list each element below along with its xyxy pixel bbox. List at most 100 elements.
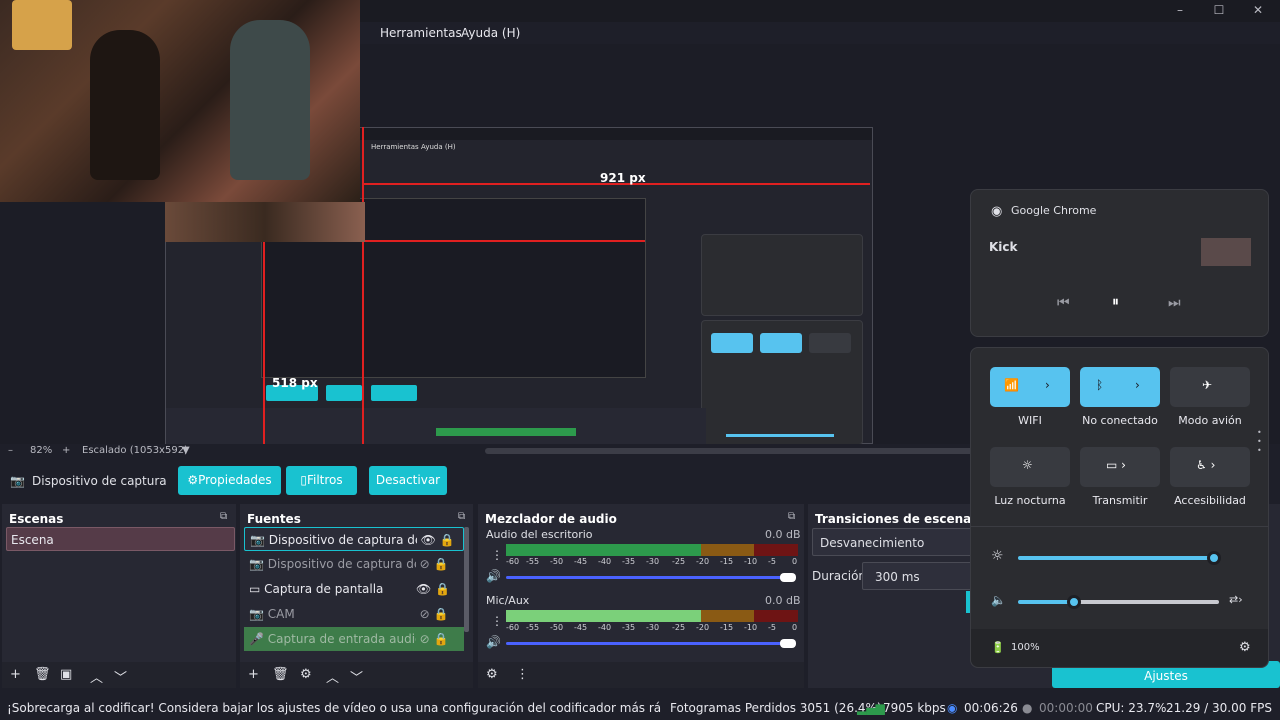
sun-icon: ☼ [1022, 458, 1033, 472]
volume-knob[interactable] [1067, 595, 1081, 609]
scene-item[interactable]: Escena [6, 527, 235, 551]
tick: -60 [506, 557, 520, 566]
channel-db: 0.0 dB [765, 528, 801, 541]
next-icon[interactable]: ⏭ [1168, 295, 1181, 311]
sources-scrollbar[interactable] [464, 527, 469, 632]
dots-icon[interactable]: ⋮ [491, 614, 503, 628]
close-button[interactable]: ✕ [1248, 3, 1268, 19]
volume-knob[interactable] [780, 639, 796, 648]
monitor-icon: ▭ [249, 582, 261, 596]
volume-slider[interactable] [506, 576, 792, 579]
level-meter-peak [754, 610, 798, 622]
airplane-icon: ✈ [1202, 378, 1213, 392]
brightness-knob[interactable] [1207, 551, 1221, 565]
dots-icon[interactable]: ⋮ [516, 667, 529, 682]
source-item[interactable]: 📷 Dispositivo de captura de vide ⊘ 🔒 [244, 552, 464, 576]
airplane-label: Modo avión [1178, 414, 1242, 427]
night-light-toggle[interactable]: ☼ [990, 447, 1070, 487]
webcam-overlay [0, 0, 360, 202]
float-icon[interactable]: ⧉ [458, 511, 465, 522]
volume-track[interactable] [1074, 600, 1219, 604]
add-icon[interactable]: + [248, 667, 259, 682]
lock-icon[interactable]: 🔒 [435, 582, 450, 596]
float-icon[interactable]: ⧉ [788, 511, 795, 522]
brightness-slider[interactable] [1018, 556, 1214, 560]
lock-icon[interactable]: 🔒 [434, 557, 449, 571]
source-label: Captura de pantalla [264, 582, 384, 596]
accessibility-toggle[interactable]: ♿ › [1170, 447, 1250, 487]
chevron-right-icon[interactable]: › [1045, 378, 1050, 392]
nested-menu-help: Ayuda (H) [421, 143, 456, 151]
deactivate-button[interactable]: Desactivar [369, 466, 447, 495]
filters-button[interactable]: ▯Filtros [286, 466, 357, 495]
menu-help[interactable]: Ayuda (H) [461, 26, 520, 40]
trash-icon[interactable]: 🗑 [272, 667, 289, 682]
lock-icon[interactable]: 🔒 [434, 607, 449, 621]
page-dots[interactable]: • • • [1257, 428, 1262, 455]
tick: -10 [744, 623, 758, 632]
chevron-up-icon[interactable]: ︿ [90, 667, 103, 686]
status-bar: ¡Sobrecarga al codificar! Considera baja… [0, 696, 1280, 720]
chevron-down-icon[interactable]: ▼ [182, 445, 190, 456]
scale-label: Escalado (1053x592) [82, 445, 188, 456]
mixer-title: Mezclador de audio [485, 512, 617, 526]
zoom-in-button[interactable]: + [62, 445, 70, 456]
airplane-toggle[interactable]: ✈ [1170, 367, 1250, 407]
media-app: Google Chrome [1011, 204, 1097, 217]
audio-output-icon[interactable]: ⇄› [1229, 593, 1243, 606]
gear-icon[interactable]: ⚙ [1239, 640, 1251, 655]
lock-icon[interactable]: 🔒 [440, 533, 455, 547]
panel-footer: 🔋 100% ⚙ [971, 629, 1268, 667]
eye-icon[interactable]: 👁 [416, 582, 431, 596]
eye-hidden-icon[interactable]: ⊘ [420, 607, 430, 621]
bluetooth-toggle[interactable]: ᛒ › [1080, 367, 1160, 407]
add-icon[interactable]: + [10, 667, 21, 682]
chevron-down-icon[interactable]: ﹀ [350, 667, 363, 686]
lock-icon[interactable]: 🔒 [434, 632, 449, 646]
camera-icon: 📷 [249, 557, 264, 571]
source-item[interactable]: 🎤 Captura de entrada audio ⊘ 🔒 [244, 627, 464, 651]
eye-hidden-icon[interactable]: ⊘ [420, 632, 430, 646]
chevron-up-icon[interactable]: ︿ [326, 667, 339, 686]
transitions-title: Transiciones de escena [815, 512, 972, 526]
sources-title: Fuentes [247, 512, 301, 526]
sources-dock: Fuentes ⧉ 📷 Dispositivo de captura de vi… [240, 504, 473, 688]
signal-icon: ▂▄▆ [857, 701, 885, 715]
speaker-icon[interactable]: 🔊 [486, 635, 501, 649]
cast-toggle[interactable]: ▭ › [1080, 447, 1160, 487]
zoom-out-button[interactable]: – [8, 445, 13, 456]
filters-label: Filtros [306, 473, 343, 487]
mic-icon: 🎤 [249, 632, 264, 646]
filter-icon[interactable]: ▣ [60, 667, 72, 682]
tick: -25 [672, 557, 686, 566]
level-meter-peak [754, 544, 798, 556]
preview-scrollbar[interactable] [485, 448, 985, 454]
person-left [90, 30, 160, 180]
source-item[interactable]: 📷 Dispositivo de captura de vide 👁 🔒 [244, 527, 464, 551]
eye-hidden-icon[interactable]: ⊘ [420, 557, 430, 571]
properties-button[interactable]: ⚙Propiedades [178, 466, 281, 495]
menu-tools[interactable]: Herramientas [380, 26, 462, 40]
source-item[interactable]: ▭ Captura de pantalla 👁 🔒 [244, 577, 464, 601]
float-icon[interactable]: ⧉ [220, 511, 227, 522]
minimize-button[interactable]: – [1170, 3, 1190, 19]
chevron-down-icon[interactable]: ﹀ [114, 667, 127, 686]
eye-icon[interactable]: 👁 [421, 533, 436, 547]
scenes-title: Escenas [9, 512, 64, 526]
wifi-toggle[interactable]: 📶 › [990, 367, 1070, 407]
gear-icon[interactable]: ⚙ [300, 667, 312, 682]
volume-knob[interactable] [780, 573, 796, 582]
volume-slider[interactable] [506, 642, 792, 645]
source-item[interactable]: 📷 CAM ⊘ 🔒 [244, 602, 464, 626]
speaker-icon[interactable]: 🔊 [486, 569, 501, 583]
transition-select[interactable]: Desvanecimiento [812, 528, 972, 556]
cpu-usage: CPU: 23.7% [1096, 701, 1167, 715]
dots-icon[interactable]: ⋮ [491, 548, 503, 562]
chevron-right-icon[interactable]: › [1135, 378, 1140, 392]
trash-icon[interactable]: 🗑 [34, 667, 51, 682]
gear-icon[interactable]: ⚙ [486, 667, 498, 682]
pause-icon[interactable]: ⏸ [1112, 294, 1119, 310]
duration-input[interactable]: 300 ms [862, 562, 974, 590]
previous-icon[interactable]: ⏮ [1057, 295, 1070, 311]
maximize-button[interactable]: ☐ [1209, 3, 1229, 19]
